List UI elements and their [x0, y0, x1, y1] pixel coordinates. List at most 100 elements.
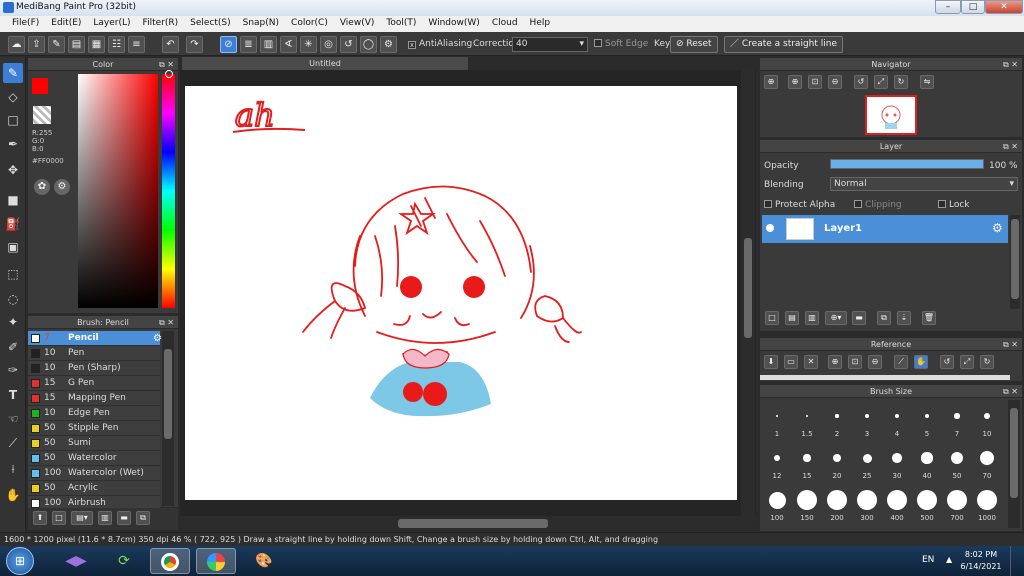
brush-size-cell[interactable]: 30 — [882, 444, 912, 484]
brush-copy-icon[interactable]: ▥ — [98, 511, 112, 525]
flip-icon[interactable]: ⇋ — [920, 75, 934, 89]
brush-size-cell[interactable]: 15 — [792, 444, 822, 484]
transparent-swatch[interactable] — [33, 106, 51, 124]
select-rect-icon[interactable]: ⬚ — [3, 264, 23, 284]
rotate-right-icon[interactable]: ↻ — [980, 355, 994, 369]
rotate-right-icon[interactable]: ↻ — [894, 75, 908, 89]
message-icon[interactable]: ▤ — [68, 36, 85, 53]
brush-size-cell[interactable]: 50 — [942, 444, 972, 484]
fit-icon[interactable]: ⊡ — [808, 75, 822, 89]
open-folder-icon[interactable]: ▭ — [784, 355, 798, 369]
brush-size-cell[interactable]: 150 — [792, 486, 822, 526]
menu-cloud[interactable]: Cloud — [486, 16, 524, 32]
radial-snap-icon[interactable]: ✳ — [300, 36, 317, 53]
zoom-in-icon[interactable]: ⊕ — [788, 75, 802, 89]
palette-icon[interactable]: ✿ — [34, 179, 50, 195]
merge-layer-icon[interactable]: ⇣ — [897, 311, 911, 325]
fill-rect-icon[interactable]: ■ — [3, 190, 23, 210]
layer-scrollbar[interactable] — [1010, 215, 1020, 309]
protect-alpha-toggle[interactable]: Protect Alpha — [764, 200, 835, 210]
new-layer-icon[interactable]: □ — [765, 311, 779, 325]
delete-layer-icon[interactable]: 🗑 — [922, 311, 936, 325]
app-icon[interactable]: ⟳ — [104, 548, 144, 574]
divide-tool-icon[interactable]: ⟊ — [3, 459, 23, 479]
brush-item[interactable]: 15 Mapping Pen — [28, 391, 160, 406]
canvas-vscroll[interactable] — [741, 70, 755, 516]
share-icon[interactable]: ⇪ — [28, 36, 45, 53]
soft-edge-checkbox[interactable] — [594, 39, 602, 47]
brush-size-cell[interactable]: 700 — [942, 486, 972, 526]
brush-size-cell[interactable]: 1000 — [972, 486, 1002, 526]
medibang-icon[interactable] — [196, 548, 236, 574]
lock-checkbox[interactable] — [938, 200, 946, 208]
clipping-toggle[interactable]: Clipping — [854, 200, 902, 210]
panel-close-icon[interactable]: ⧉ ✕ — [1003, 58, 1018, 71]
brush-size-scroll-thumb[interactable] — [1010, 408, 1018, 498]
redo-icon[interactable]: ↷ — [186, 36, 203, 53]
brush-item[interactable]: 10 Edge Pen — [28, 406, 160, 421]
add-layer-menu-icon[interactable]: ⊕▾ — [825, 311, 847, 325]
antialiasing-toggle[interactable]: x AntiAliasing — [408, 39, 472, 49]
layer-settings-icon[interactable]: ⚙ — [992, 221, 1003, 235]
brush-item[interactable]: 7 Pencil — [28, 331, 160, 346]
text-tool-icon[interactable]: T — [3, 385, 23, 405]
protect-alpha-checkbox[interactable] — [764, 200, 772, 208]
brush-size-cell[interactable]: 10 — [972, 402, 1002, 442]
new-layer-1bit-icon[interactable]: ▥ — [805, 311, 819, 325]
rotate-left-icon[interactable]: ↺ — [854, 75, 868, 89]
brush-size-cell[interactable]: 7 — [942, 402, 972, 442]
brush-size-cell[interactable]: 400 — [882, 486, 912, 526]
brush-size-cell[interactable]: 1 — [762, 402, 792, 442]
reference-scrollbar[interactable] — [760, 375, 1010, 380]
menu-tool[interactable]: Tool(T) — [380, 16, 422, 32]
fit-icon[interactable]: ⊡ — [848, 355, 862, 369]
brush-size-cell[interactable]: 300 — [852, 486, 882, 526]
visual-studio-icon[interactable]: ◀▶ — [56, 548, 96, 574]
panel-close-icon[interactable]: ⧉ ✕ — [1003, 385, 1018, 398]
chrome-icon[interactable] — [150, 548, 190, 574]
color-spectrum[interactable] — [78, 74, 158, 308]
brush-size-cell[interactable]: 12 — [762, 444, 792, 484]
canvas-tab[interactable]: Untitled — [182, 57, 468, 70]
zoom-in-icon[interactable]: ⊕ — [828, 355, 842, 369]
eyedropper-tool-icon[interactable]: ⟋ — [3, 433, 23, 453]
fit-screen-icon[interactable]: ⤢ — [960, 355, 974, 369]
eraser-tool-icon[interactable]: ◇ — [3, 87, 23, 107]
brush-size-cell[interactable]: 100 — [762, 486, 792, 526]
brush-item[interactable]: 10 Pen (Sharp) — [28, 361, 160, 376]
snap-settings-icon[interactable]: ⚙ — [380, 36, 397, 53]
move-tool-icon[interactable]: ✥ — [3, 160, 23, 180]
operation-tool-icon[interactable]: ☜ — [3, 409, 23, 429]
select-pen-icon[interactable]: ✒ — [3, 134, 23, 154]
show-desktop-button[interactable] — [1010, 546, 1024, 576]
antialiasing-checkbox[interactable]: x — [408, 41, 416, 49]
gradation-tool-icon[interactable]: ▣ — [3, 237, 23, 257]
duplicate-layer-icon[interactable]: ⧉ — [877, 311, 891, 325]
tray-arrow-icon[interactable]: ▲ — [946, 555, 952, 564]
brush-size-cell[interactable]: 200 — [822, 486, 852, 526]
canvas-vscroll-thumb[interactable] — [744, 238, 752, 338]
comment-icon[interactable]: ✎ — [48, 36, 65, 53]
maximize-button[interactable]: □ — [961, 0, 985, 14]
brush-size-scrollbar[interactable] — [1008, 400, 1020, 528]
brush-item[interactable]: 50 Watercolor — [28, 451, 160, 466]
curve-snap-icon[interactable]: ↺ — [340, 36, 357, 53]
menu-icon[interactable]: ≡ — [128, 36, 145, 53]
perspective-snap-icon[interactable]: ∢ — [280, 36, 297, 53]
menu-snap[interactable]: Snap(N) — [237, 16, 285, 32]
panel-close-icon[interactable]: ⧉ ✕ — [1003, 338, 1018, 351]
brush-size-cell[interactable]: 40 — [912, 444, 942, 484]
eye-icon[interactable] — [766, 224, 774, 232]
opacity-slider[interactable] — [830, 159, 984, 169]
brush-tool-icon[interactable]: ✎ — [3, 63, 23, 83]
list-icon[interactable]: ☷ — [108, 36, 125, 53]
panel-close-icon[interactable]: ⧉ ✕ — [1003, 140, 1018, 153]
add-brush-icon[interactable]: ⬆ — [33, 511, 47, 525]
dot-tool-icon[interactable]: □ — [3, 110, 23, 130]
layer-scroll-thumb[interactable] — [1011, 219, 1019, 299]
select-eraser-icon[interactable]: ✑ — [3, 360, 23, 380]
start-button[interactable]: ⊞ — [6, 547, 34, 575]
hue-slider[interactable] — [162, 74, 175, 308]
cloud-download-icon[interactable]: ⬇ — [764, 355, 778, 369]
menu-help[interactable]: Help — [524, 16, 557, 32]
